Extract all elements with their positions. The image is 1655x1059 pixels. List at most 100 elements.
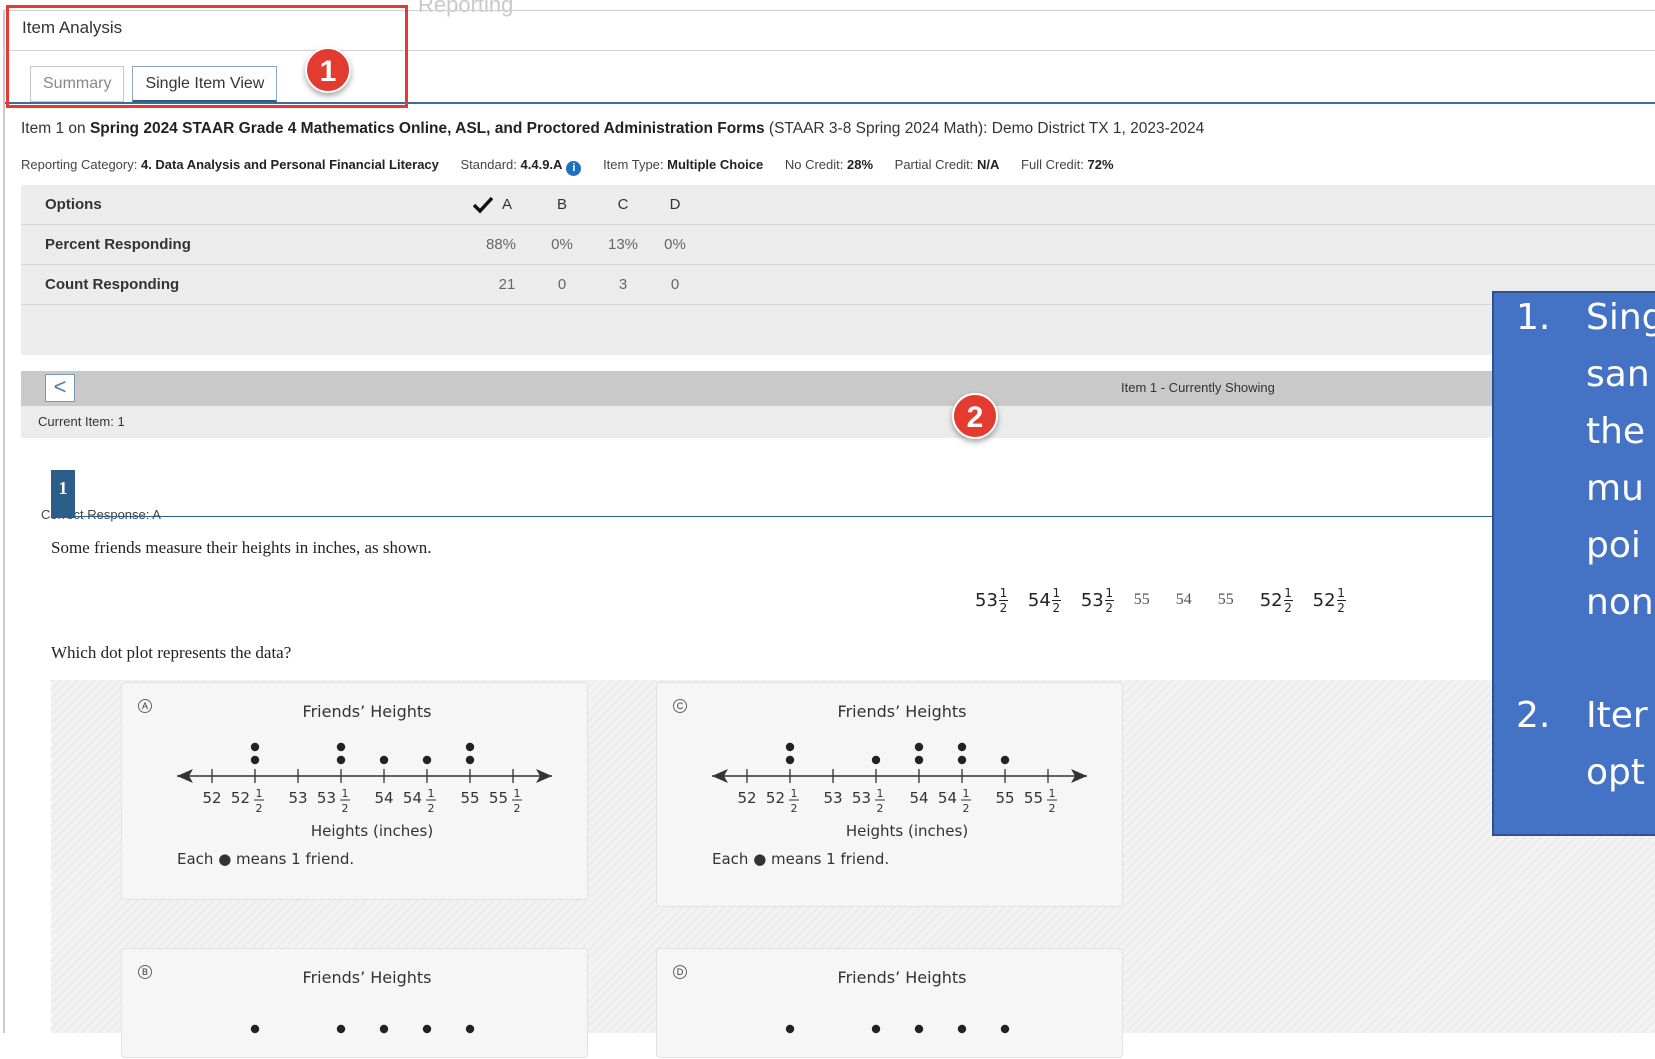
height-value: 53 1 2 — [975, 580, 1008, 620]
tick-label: 55 — [1024, 789, 1043, 807]
plot-dot — [379, 755, 389, 765]
full-credit-label: Full Credit: — [1021, 157, 1084, 172]
standard-value: 4.4.9.A — [520, 157, 563, 172]
option-header-a: A — [501, 196, 512, 213]
tick-label: 54 — [909, 789, 928, 807]
plot-xlabel: Heights (inches) — [846, 822, 968, 840]
assessment-name: Spring 2024 STAAR Grade 4 Mathematics On… — [89, 120, 765, 137]
annotation-callout: 1. Sing san the mu poi non 2. Iter opt — [1492, 291, 1655, 836]
tick-fraction-denominator: 2 — [1049, 802, 1056, 815]
plot-title: Friends’ Heights — [838, 968, 967, 987]
current-item-label: Current Item: 1 — [38, 414, 125, 429]
item-suffix: (STAAR 3-8 Spring 2024 Math): Demo Distr… — [764, 120, 1205, 137]
tick-label: 52 — [202, 789, 221, 807]
question-prompt: Some friends measure their heights in in… — [51, 538, 432, 557]
height-value: 52 1 2 — [1260, 580, 1293, 620]
fraction-numerator: 1 — [1105, 585, 1114, 600]
callout-text-line: opt — [1586, 752, 1645, 793]
tick-label: 54 — [938, 789, 957, 807]
choice-card-b[interactable]: B Friends’ Heights — [121, 948, 588, 1058]
tick-fraction-numerator: 1 — [342, 787, 349, 800]
plot-dot — [422, 1024, 432, 1034]
cell-value: 0 — [670, 276, 680, 293]
dot-plot-c: Friends’ Heights 52 52 1 2 53 53 1 2 54 54 1 2 55 55 1 2… — [712, 702, 1087, 868]
plot-dot — [785, 742, 795, 752]
row-label: Count Responding — [45, 276, 180, 293]
tick-label: 52 — [766, 789, 785, 807]
height-value: 55 — [1217, 591, 1234, 608]
plot-dot — [871, 755, 881, 765]
dot-plot-b: Friends’ Heights — [250, 968, 475, 1034]
annotation-badge-2: 2 — [952, 393, 998, 439]
current-item-bar: Current Item: 1 — [21, 406, 1655, 438]
partial-credit-label: Partial Credit: — [894, 157, 974, 172]
height-value: 54 — [1175, 591, 1192, 608]
height-value: 55 — [1133, 591, 1150, 608]
tick-label: 53 — [288, 789, 307, 807]
info-icon[interactable]: i — [566, 161, 582, 176]
item-navigator: < Item 1 - Currently Showing — [21, 371, 1655, 406]
plot-dot — [465, 755, 475, 765]
height-value: 53 1 2 — [1081, 580, 1114, 620]
tick-fraction-denominator: 2 — [514, 802, 521, 815]
plot-dot — [379, 1024, 389, 1034]
plot-key: Each ● means 1 friend. — [712, 850, 889, 868]
options-header-row: Options A B C D — [21, 185, 1655, 225]
tick-label: 55 — [995, 789, 1014, 807]
tick-label: 52 — [231, 789, 250, 807]
item-description: Item 1 on Spring 2024 STAAR Grade 4 Math… — [21, 120, 1204, 138]
tick-label: 54 — [374, 789, 393, 807]
plot-dot — [785, 1024, 795, 1034]
cell-value: 0 — [557, 276, 567, 293]
tick-label: 54 — [403, 789, 422, 807]
tick-label: 53 — [823, 789, 842, 807]
no-credit-value: 28% — [847, 157, 874, 172]
plot-dot — [957, 742, 967, 752]
tick-label: 55 — [460, 789, 479, 807]
item-number: 1 — [51, 470, 75, 518]
plot-dot — [336, 742, 346, 752]
callout-text-line: mu — [1586, 468, 1644, 509]
height-fraction: 12 — [998, 587, 1008, 614]
height-whole: 52 — [1312, 589, 1336, 611]
cell-value: 0% — [664, 236, 686, 253]
options-table: Options A B C D Percent Responding 88% 0… — [21, 185, 1655, 522]
tick-fraction-numerator: 1 — [1049, 787, 1056, 800]
plot-dot — [914, 755, 924, 765]
reporting-category-value: 4. Data Analysis and Personal Financial … — [140, 157, 439, 172]
fraction-numerator: 1 — [1337, 585, 1345, 600]
height-fraction: 12 — [1283, 585, 1293, 614]
plot-dot — [957, 755, 967, 765]
fraction-numerator: 1 — [1284, 585, 1292, 600]
annotation-badge-1: 1 — [305, 47, 351, 93]
plot-dot — [785, 755, 795, 765]
height-fraction: 12 — [1336, 585, 1346, 614]
callout-item-number: 1. — [1516, 297, 1551, 338]
choice-card-c[interactable]: C Friends’ Heights 52 52 1 2 53 53 1 2 54 54 1 2 55 55 1… — [656, 682, 1123, 907]
tick-fraction-denominator: 2 — [256, 802, 263, 815]
percent-responding-row: Percent Responding 88% 0% 13% 0% — [21, 225, 1655, 265]
tick-fraction-numerator: 1 — [963, 787, 970, 800]
page-title-ghost: Reporting — [418, 0, 514, 17]
height-whole: 53 — [975, 589, 998, 611]
count-responding-row: Count Responding 21 0 3 0 — [21, 265, 1655, 305]
heights-data-list: 53 1 2 54 1 2 53 1 2 55 54 55 52 1 2 52 1 2 — [975, 580, 1366, 620]
height-value: 52 1 2 — [1313, 580, 1346, 620]
previous-item-button[interactable]: < — [45, 374, 75, 402]
choice-card-a[interactable]: A Friends’ Heights 52 52 1 2 53 53 1 2 54 54 1 2 55 55 1… — [121, 682, 588, 900]
choice-card-d[interactable]: D Friends’ Heights — [656, 948, 1123, 1058]
plot-dot — [871, 1024, 881, 1034]
tick-fraction-numerator: 1 — [256, 787, 263, 800]
no-credit-label: No Credit: — [784, 157, 844, 172]
answer-choices: A Friends’ Heights 52 52 1 2 53 53 1 2 54 54 1 2 55 55 1… — [51, 680, 1655, 1058]
plot-dot — [957, 1024, 967, 1034]
tick-fraction-denominator: 2 — [791, 802, 798, 815]
plot-dot — [1000, 755, 1010, 765]
tick-fraction-denominator: 2 — [342, 802, 349, 815]
highlight-box-tabs — [6, 5, 408, 108]
standard-label: Standard: — [460, 157, 517, 172]
height-whole: 54 — [1027, 589, 1051, 611]
callout-text-line: poi — [1586, 525, 1641, 566]
callout-text-line: san — [1586, 354, 1650, 395]
tick-fraction-denominator: 2 — [963, 802, 970, 815]
